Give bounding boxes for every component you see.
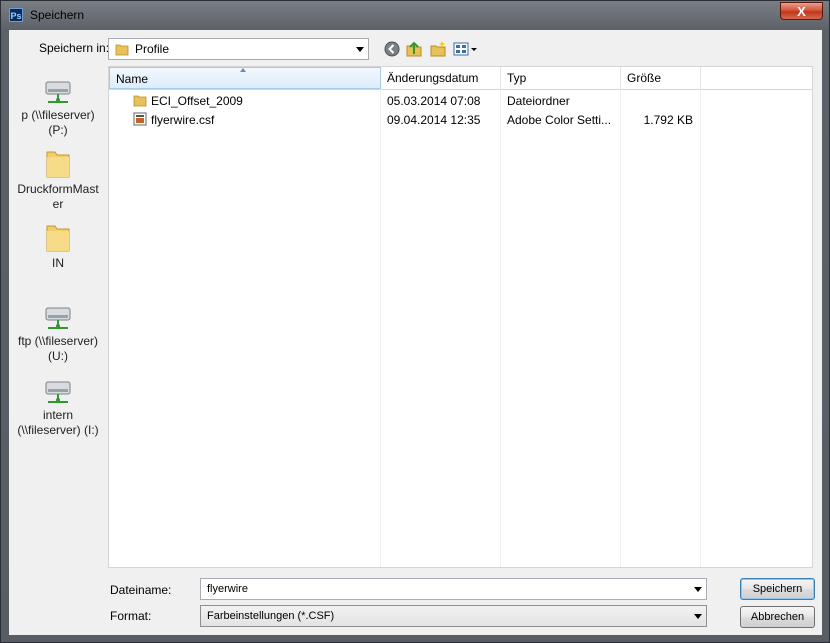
save-button[interactable]: Speichern [740, 578, 815, 600]
column-header-name[interactable]: Name [109, 67, 381, 89]
place-label: ftp (\\fileserver) (U:) [17, 334, 98, 363]
photoshop-app-icon: Ps [9, 8, 23, 22]
column-divider [380, 89, 381, 567]
format-value: Farbeinstellungen (*.CSF) [207, 610, 335, 622]
column-header-row: Name Änderungsdatum Typ Größe [109, 67, 812, 90]
network-drive-icon [45, 81, 71, 103]
folder-icon [46, 151, 70, 178]
save-in-combobox[interactable]: Profile [108, 38, 369, 60]
network-drive-icon [45, 381, 71, 403]
file-type: Dateiordner [507, 94, 570, 108]
filename-label: Dateiname: [110, 583, 172, 597]
file-name: flyerwire.csf [151, 113, 215, 127]
place-in[interactable]: IN [9, 222, 107, 271]
place-p-drive[interactable]: p (\\fileserver) (P:) [9, 78, 107, 138]
column-header-size[interactable]: Größe [621, 67, 701, 89]
save-dialog-window: Ps Speichern X Speichern in: Profile p (… [0, 0, 830, 643]
place-druckformmaster[interactable]: DruckformMast er [9, 148, 107, 212]
place-intern-drive[interactable]: intern (\\fileserver) (I:) [9, 378, 107, 438]
window-title: Speichern [30, 8, 85, 22]
place-label: p (\\fileserver) (P:) [21, 108, 95, 137]
chevron-down-icon[interactable] [694, 614, 702, 619]
column-divider [620, 89, 621, 567]
format-label: Format: [110, 609, 152, 623]
column-divider [500, 89, 501, 567]
csf-file-icon [133, 112, 147, 126]
file-list[interactable]: Name Änderungsdatum Typ Größe ECI_Offset… [108, 66, 813, 568]
column-divider [700, 89, 701, 567]
chevron-down-icon[interactable] [356, 47, 364, 52]
place-label: DruckformMast er [17, 182, 99, 211]
folder-icon [46, 225, 70, 252]
back-icon[interactable] [383, 40, 401, 58]
file-row[interactable]: flyerwire.csf 09.04.2014 12:35 Adobe Col… [109, 110, 812, 129]
file-name: ECI_Offset_2009 [151, 94, 243, 108]
file-type: Adobe Color Setti... [507, 113, 612, 127]
place-label: IN [52, 256, 64, 270]
sort-ascending-icon [240, 68, 246, 72]
format-select[interactable]: Farbeinstellungen (*.CSF) [200, 605, 707, 627]
column-header-type[interactable]: Typ [501, 67, 621, 89]
cancel-button[interactable]: Abbrechen [740, 606, 815, 628]
new-folder-icon[interactable] [429, 40, 447, 58]
folder-icon [115, 44, 129, 56]
save-in-value: Profile [135, 42, 170, 56]
dialog-client-area: Speichern in: Profile p (\\fileserver) (… [9, 30, 822, 635]
file-date: 09.04.2014 12:35 [387, 113, 481, 127]
place-ftp-drive[interactable]: ftp (\\fileserver) (U:) [9, 304, 107, 364]
filename-input[interactable]: flyerwire [200, 578, 707, 600]
file-date: 05.03.2014 07:08 [387, 94, 481, 108]
folder-icon [133, 95, 147, 107]
file-row[interactable]: ECI_Offset_2009 05.03.2014 07:08 Dateior… [109, 91, 812, 110]
column-header-date[interactable]: Änderungsdatum [381, 67, 501, 89]
file-size: 1.792 KB [643, 113, 693, 127]
network-drive-icon [45, 307, 71, 329]
view-menu-icon[interactable] [453, 40, 479, 58]
close-button[interactable]: X [780, 2, 823, 20]
place-label: intern (\\fileserver) (I:) [17, 408, 99, 437]
up-folder-icon[interactable] [405, 40, 423, 58]
chevron-down-icon[interactable] [694, 587, 702, 592]
places-bar: p (\\fileserver) (P:) DruckformMast er I… [9, 66, 107, 568]
save-in-label: Speichern in: [39, 41, 110, 55]
title-bar[interactable]: Ps Speichern X [1, 1, 829, 29]
filename-value: flyerwire [207, 583, 248, 595]
